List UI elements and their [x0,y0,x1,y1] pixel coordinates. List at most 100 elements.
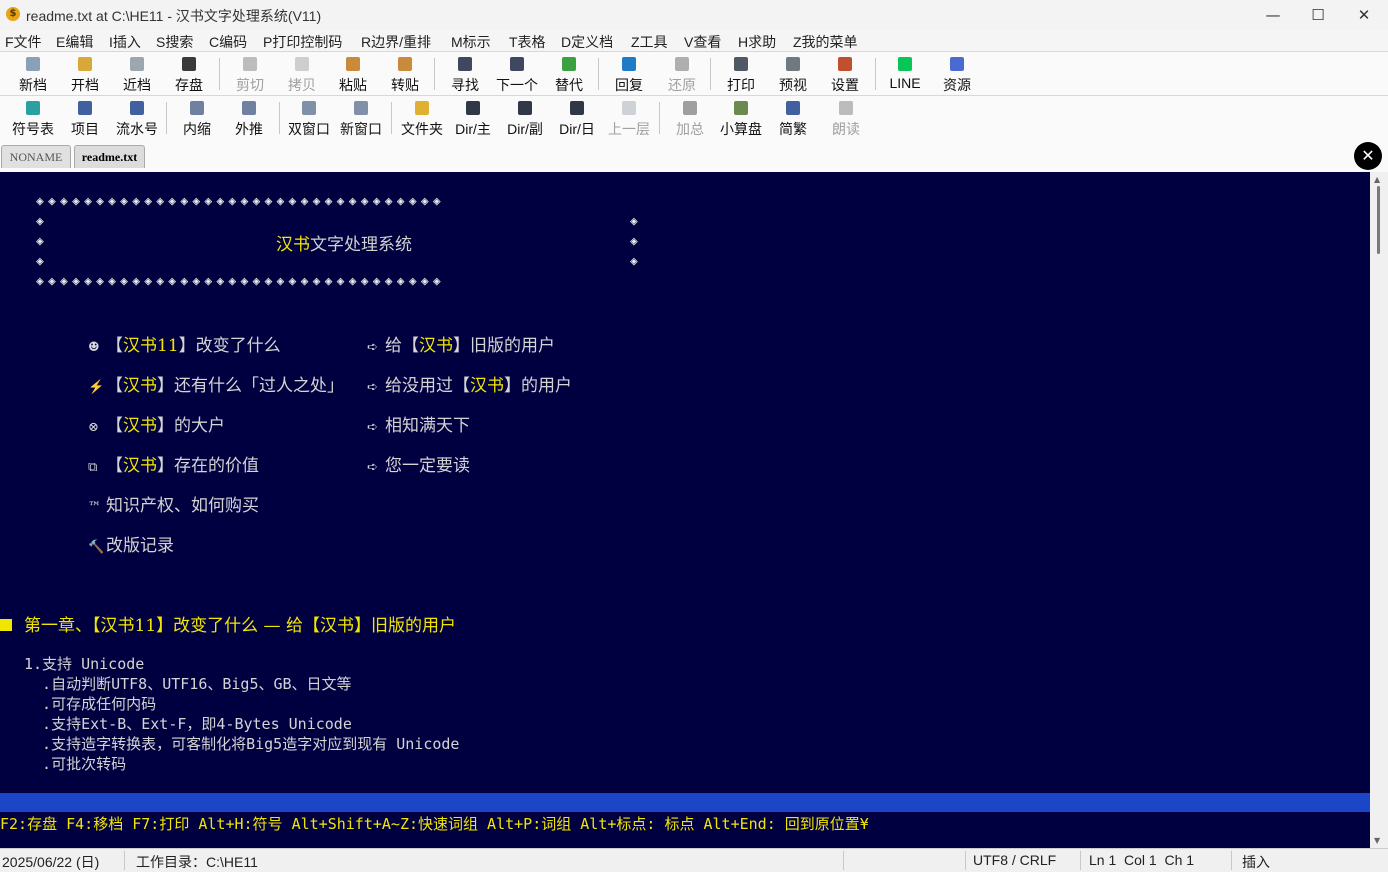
sum-button[interactable]: 加总 [664,96,716,140]
up-level-button[interactable]: 上一层 [603,96,655,140]
menu-edit[interactable]: E编辑 [56,32,93,52]
split-window-button[interactable]: 双窗口 [283,96,335,140]
minimize-button[interactable]: — [1250,0,1296,30]
close-window-button[interactable]: ✕ [1341,0,1387,30]
toolbar-label: 打印 [727,77,755,93]
new-window-icon [354,101,368,115]
menu-my-menu[interactable]: Z我的菜单 [793,32,858,52]
outdent-button[interactable]: 外推 [223,96,275,140]
settings-button[interactable]: 设置 [819,52,871,96]
close-document-button[interactable]: ✕ [1354,142,1382,170]
simp-trad-icon [786,101,800,115]
recent-doc-button[interactable]: 近档 [111,52,163,96]
read-aloud-button[interactable]: 朗读 [820,96,872,140]
dir-main-button[interactable]: Dir/主 [447,96,499,140]
doc-link[interactable]: ⧉ 【汉书】存在的价值 [88,451,259,476]
line-button[interactable]: LINE [879,52,931,96]
text-editor[interactable]: ◈◈◈◈◈◈◈◈◈◈◈◈◈◈◈◈◈◈◈◈◈◈◈◈◈◈◈◈◈◈◈◈◈◈ ◈ ◈ ◈… [0,172,1370,793]
tab-readme[interactable]: readme.txt [74,145,145,168]
status-separator [965,851,966,870]
menu-print-codes[interactable]: P打印控制码 [263,32,342,52]
simp-trad-button[interactable]: 简繁 [767,96,819,140]
indent-button[interactable]: 内缩 [171,96,223,140]
scroll-down-icon[interactable]: ▼ [1374,836,1380,845]
print-button[interactable]: 打印 [715,52,767,96]
doc-link[interactable]: ➪ 您一定要读 [367,451,470,476]
maximize-button[interactable]: ☐ [1295,0,1341,30]
frame-left-border: ◈ [36,214,44,229]
bullet-list-button[interactable]: 项目 [59,96,111,140]
toolbar-label: 还原 [668,77,696,93]
title-white: 文字处理系统 [310,235,412,255]
menu-view[interactable]: V查看 [684,32,721,52]
save-button[interactable]: 存盘 [163,52,215,96]
find-button[interactable]: 寻找 [439,52,491,96]
read-aloud-icon [839,101,853,115]
repaste-button[interactable]: 转贴 [379,52,431,96]
menu-search[interactable]: S搜索 [156,32,193,52]
coin-icon[interactable]: $ [6,7,20,21]
toolbar-label: 资源 [943,77,971,93]
link-text: 【 [106,336,123,356]
new-window-button[interactable]: 新窗口 [335,96,387,140]
calculator-button[interactable]: 小算盘 [715,96,767,140]
arrow-right-icon: ➪ [367,420,378,435]
find-next-icon [510,57,524,71]
menu-insert[interactable]: I插入 [109,32,141,52]
dir-day-button[interactable]: Dir/日 [551,96,603,140]
find-next-button[interactable]: 下一个 [491,52,543,96]
doc-link[interactable]: ™ 知识产权、如何购买 [88,491,259,516]
replace-button[interactable]: 替代 [543,52,595,96]
paste-button[interactable]: 粘贴 [327,52,379,96]
scrollbar-thumb[interactable] [1377,186,1380,254]
symbol-table-button[interactable]: 符号表 [7,96,59,140]
copy-button[interactable]: 拷贝 [276,52,328,96]
square-bullet-icon [0,619,12,631]
menu-help[interactable]: H求助 [738,32,776,52]
dir-sub-button[interactable]: Dir/副 [499,96,551,140]
new-doc-button[interactable]: 新档 [7,52,59,96]
vertical-scrollbar[interactable]: ▲ ▼ [1370,172,1388,848]
doc-link[interactable]: ⊗ 【汉书】的大户 [88,411,225,436]
link-highlight: 汉书 [123,376,157,396]
tab-noname[interactable]: NONAME [1,145,71,168]
status-encoding[interactable]: UTF8 / CRLF [973,852,1056,868]
menu-tools[interactable]: Z工具 [631,32,668,52]
menu-file[interactable]: F文件 [5,32,42,52]
undo-button[interactable]: 回复 [603,52,655,96]
doc-link[interactable]: ⚡ 【汉书】还有什么「过人之处」 [88,371,344,396]
link-highlight: 汉书 [123,416,157,436]
preview-button[interactable]: 预视 [767,52,819,96]
scroll-up-icon[interactable]: ▲ [1374,175,1380,184]
save-icon [182,57,196,71]
body-line: .支持Ext-B、Ext-F，即4-Bytes Unicode [24,715,352,733]
cut-button[interactable]: 剪切 [224,52,276,96]
settings-icon [838,57,852,71]
status-position: Ln 1 Col 1 Ch 1 [1089,852,1195,868]
toolbar-label: 新窗口 [340,121,382,137]
menu-mark[interactable]: M标示 [451,32,491,52]
menu-encoding[interactable]: C编码 [209,32,247,52]
redo-button[interactable]: 还原 [656,52,708,96]
doc-link[interactable]: 🔨 改版记录 [88,531,174,556]
toolbar-label: 流水号 [116,121,158,137]
doc-link[interactable]: ➪ 相知满天下 [367,411,470,436]
doc-link[interactable]: ➪ 给【汉书】旧版的用户 [367,331,555,356]
status-separator [1231,851,1232,870]
resources-button[interactable]: 资源 [931,52,983,96]
numbered-list-button[interactable]: 流水号 [111,96,163,140]
folder-button[interactable]: 文件夹 [396,96,448,140]
menu-table[interactable]: T表格 [509,32,546,52]
status-insert-mode[interactable]: 插入 [1242,852,1270,872]
open-doc-button[interactable]: 开档 [59,52,111,96]
toolbar-label: 内缩 [183,121,211,137]
frame-top-border: ◈◈◈◈◈◈◈◈◈◈◈◈◈◈◈◈◈◈◈◈◈◈◈◈◈◈◈◈◈◈◈◈◈◈ [36,194,445,209]
split-window-icon [302,101,316,115]
toolbar-separator [391,102,392,134]
doc-link[interactable]: ➪ 给没用过【汉书】的用户 [367,371,572,396]
menu-define[interactable]: D定义档 [561,32,613,52]
menu-margins[interactable]: R边界/重排 [361,32,431,52]
numbered-list-icon [130,101,144,115]
doc-link[interactable]: ☻ 【汉书11】改变了什么 [88,331,281,356]
toolbar-label: 剪切 [236,77,264,93]
